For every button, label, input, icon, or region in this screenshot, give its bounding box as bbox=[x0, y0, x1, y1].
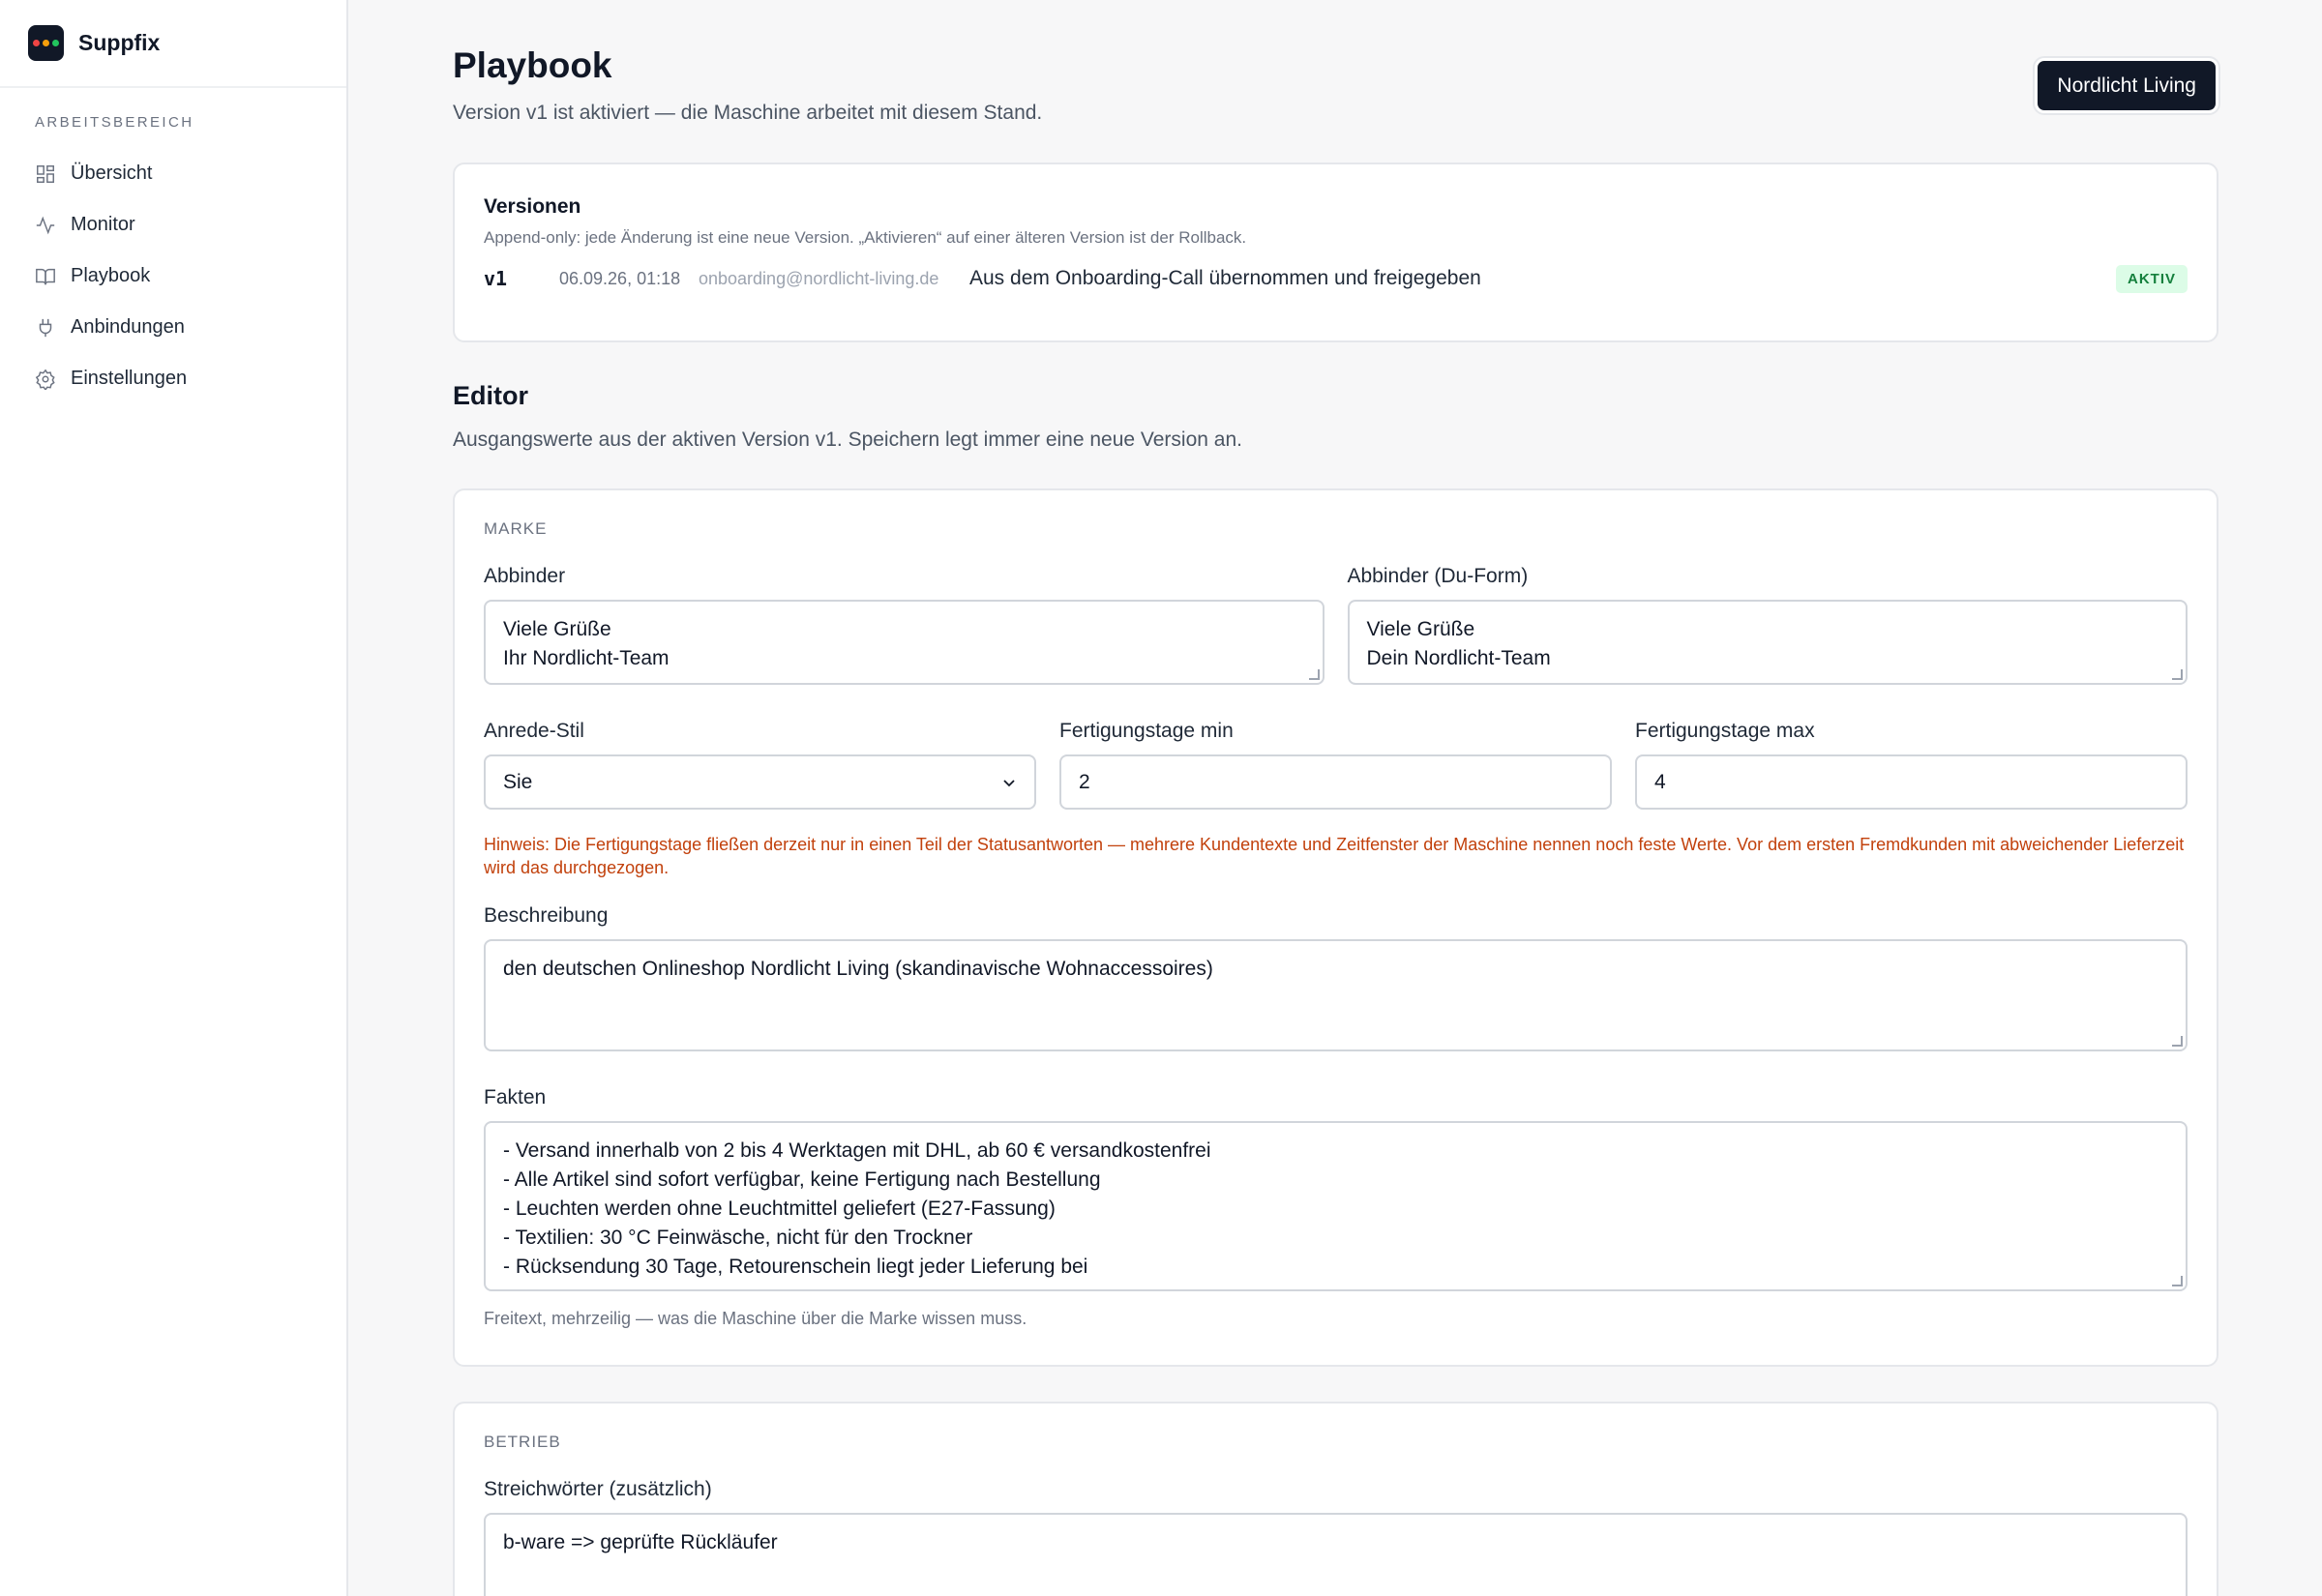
book-icon bbox=[36, 268, 55, 284]
anrede-value: Sie bbox=[503, 770, 533, 793]
streichwoerter-label: Streichwörter (zusätzlich) bbox=[484, 1478, 712, 1500]
sidebar-item-uebersicht[interactable]: Übersicht bbox=[0, 148, 346, 199]
page-subtitle: Version v1 ist aktiviert — die Maschine … bbox=[453, 102, 1043, 124]
fertigungstage-min-label: Fertigungstage min bbox=[1059, 720, 1234, 742]
sidebar-item-einstellungen[interactable]: Einstellungen bbox=[0, 353, 346, 404]
sidebar-item-label: Monitor bbox=[71, 214, 135, 235]
shop-selector-button[interactable]: Nordlicht Living bbox=[2035, 58, 2218, 113]
version-author-email: onboarding@nordlicht-living.de bbox=[699, 268, 939, 288]
sidebar-item-anbindungen[interactable]: Anbindungen bbox=[0, 302, 346, 353]
version-label: v1 bbox=[484, 267, 508, 290]
fertigungstage-min-input[interactable]: 2 bbox=[1059, 754, 1612, 810]
page-title: Playbook bbox=[453, 45, 612, 85]
status-badge: AKTIV bbox=[2116, 264, 2188, 293]
beschreibung-textarea[interactable]: den deutschen Onlineshop Nordlicht Livin… bbox=[484, 939, 2188, 1051]
betrieb-card: BETRIEB Streichwörter (zusätzlich) b-war… bbox=[453, 1402, 2218, 1596]
fakten-textarea[interactable]: - Versand innerhalb von 2 bis 4 Werktage… bbox=[484, 1121, 2188, 1291]
version-date: 06.09.26, 01:18 bbox=[559, 268, 681, 288]
brand[interactable]: Suppfix bbox=[0, 0, 346, 88]
version-row[interactable]: v1 06.09.26, 01:18 onboarding@nordlicht-… bbox=[484, 262, 2188, 295]
versions-description: Append-only: jede Änderung ist eine neue… bbox=[484, 228, 1247, 247]
fakten-label: Fakten bbox=[484, 1086, 547, 1108]
sidebar-item-monitor[interactable]: Monitor bbox=[0, 199, 346, 251]
abbinder-du-label: Abbinder (Du-Form) bbox=[1347, 565, 1529, 587]
fakten-helper: Freitext, mehrzeilig — was die Maschine … bbox=[484, 1309, 1027, 1328]
abbinder-textarea[interactable]: Viele Grüße Ihr Nordlicht-Team bbox=[484, 600, 1325, 685]
grid-icon bbox=[37, 164, 54, 183]
app-root: Suppfix ARBEITSBEREICH Übersicht Monitor… bbox=[0, 0, 2322, 1596]
abbinder-du-textarea[interactable]: Viele Grüße Dein Nordlicht-Team bbox=[1347, 600, 2188, 685]
anrede-label: Anrede-Stil bbox=[484, 720, 584, 742]
versions-card: Versionen Append-only: jede Änderung ist… bbox=[453, 163, 2218, 342]
fertigungstage-max-input[interactable]: 4 bbox=[1635, 754, 2188, 810]
streichwoerter-textarea[interactable]: b-ware => geprüfte Rückläufer bbox=[484, 1513, 2188, 1596]
sidebar-item-label: Einstellungen bbox=[71, 368, 188, 389]
editor-description: Ausgangswerte aus der aktiven Version v1… bbox=[453, 429, 1242, 451]
activity-icon bbox=[36, 216, 55, 234]
sidebar-item-playbook[interactable]: Playbook bbox=[0, 251, 346, 302]
section-label-marke: MARKE bbox=[484, 519, 548, 538]
app-logo-icon bbox=[28, 25, 64, 61]
plug-icon bbox=[39, 318, 52, 337]
chevron-down-icon bbox=[1003, 779, 1015, 786]
editor-title: Editor bbox=[453, 381, 528, 410]
page-header: Playbook Version v1 ist aktiviert — die … bbox=[453, 0, 2218, 163]
beschreibung-label: Beschreibung bbox=[484, 904, 609, 927]
anrede-select[interactable]: Sie bbox=[484, 754, 1036, 810]
abbinder-label: Abbinder bbox=[484, 565, 566, 587]
app-name: Suppfix bbox=[78, 30, 161, 55]
sidebar-item-label: Anbindungen bbox=[71, 316, 185, 338]
sidebar-section-label: ARBEITSBEREICH bbox=[35, 114, 194, 131]
fertigungstage-max-label: Fertigungstage max bbox=[1635, 720, 1815, 742]
fertigungstage-hint: Hinweis: Die Fertigungstage fließen derz… bbox=[484, 835, 2185, 877]
marke-card: MARKE Abbinder Viele Grüße Ihr Nordlicht… bbox=[453, 488, 2218, 1367]
gear-icon bbox=[35, 369, 55, 390]
main-content: Playbook Version v1 ist aktiviert — die … bbox=[348, 0, 2322, 1596]
sidebar-item-label: Playbook bbox=[71, 265, 151, 286]
versions-title: Versionen bbox=[484, 195, 581, 218]
sidebar-item-label: Übersicht bbox=[71, 163, 153, 184]
sidebar: Suppfix ARBEITSBEREICH Übersicht Monitor… bbox=[0, 0, 348, 1596]
version-note: Aus dem Onboarding-Call übernommen und f… bbox=[969, 267, 1481, 289]
section-label-betrieb: BETRIEB bbox=[484, 1433, 561, 1451]
